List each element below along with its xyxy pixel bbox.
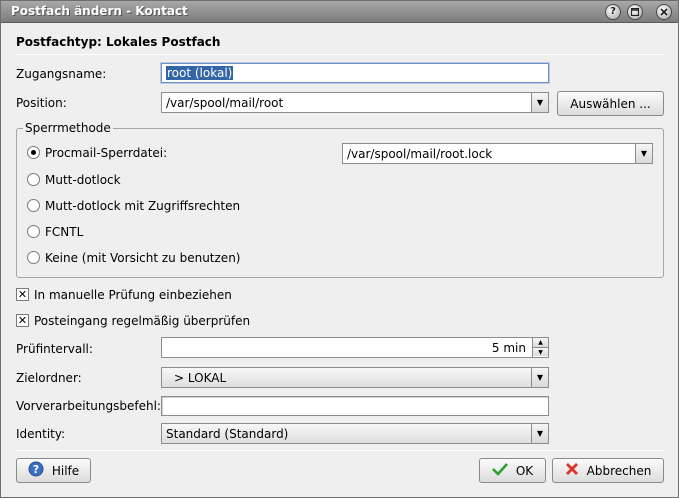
locking-method-title: Sperrmethode [23, 121, 113, 135]
spin-down-icon[interactable]: ▼ [533, 347, 548, 356]
cancel-button[interactable]: Abbrechen [552, 458, 664, 483]
manual-check-checkbox[interactable]: ✕ [16, 288, 29, 301]
identity-value: Standard (Standard) [166, 427, 289, 441]
window-title: Postfach ändern - Kontact [11, 4, 188, 18]
ok-button[interactable]: OK [479, 458, 546, 483]
interval-check-label[interactable]: Posteingang regelmäßig überprüfen [34, 314, 250, 328]
title-bar[interactable]: Postfach ändern - Kontact ? [1, 1, 678, 23]
identity-combo[interactable]: Standard (Standard) ▼ [161, 423, 549, 444]
help-button[interactable]: ? Hilfe [16, 458, 91, 483]
radio-none-label[interactable]: Keine (mit Vorsicht zu benutzen) [45, 251, 240, 265]
check-interval-value: 5 min [491, 341, 526, 355]
check-interval-label: Prüfintervall: [16, 342, 93, 356]
maximize-icon[interactable] [627, 4, 643, 20]
interval-check-checkbox[interactable]: ✕ [16, 314, 29, 327]
chevron-down-icon[interactable]: ▼ [531, 368, 548, 387]
position-label: Position: [16, 96, 67, 110]
dialog-window: Postfach ändern - Kontact ? Postfachtyp:… [0, 0, 679, 498]
radio-mutt-dotlock-priv-label[interactable]: Mutt-dotlock mit Zugriffsrechten [45, 199, 240, 213]
identity-label: Identity: [16, 427, 66, 441]
radio-mutt-dotlock[interactable] [27, 173, 40, 186]
chevron-down-icon[interactable]: ▼ [635, 144, 652, 163]
choose-position-button[interactable]: Auswählen ... [557, 91, 664, 116]
account-name-input[interactable]: root (lokal) [161, 63, 549, 83]
radio-mutt-dotlock-label[interactable]: Mutt-dotlock [45, 173, 121, 187]
target-folder-value: > LOKAL [174, 371, 227, 385]
account-name-label: Zugangsname: [16, 67, 107, 81]
cancel-button-label: Abbrechen [586, 463, 652, 478]
cancel-icon [565, 462, 579, 479]
help-button-label: Hilfe [51, 463, 80, 478]
radio-mutt-dotlock-priv[interactable] [27, 199, 40, 212]
radio-fcntl-label[interactable]: FCNTL [45, 225, 83, 239]
account-name-value: root (lokal) [166, 66, 234, 80]
question-icon[interactable]: ? [605, 4, 621, 20]
heading-separator [16, 54, 664, 55]
chevron-down-icon[interactable]: ▼ [531, 424, 548, 443]
chevron-down-icon[interactable]: ▼ [531, 93, 548, 112]
spin-buttons[interactable]: ▲ ▼ [532, 338, 548, 357]
spin-up-icon[interactable]: ▲ [533, 338, 548, 347]
position-combo[interactable]: /var/spool/mail/root ▼ [161, 92, 549, 113]
radio-fcntl[interactable] [27, 225, 40, 238]
procmail-lockfile-value: /var/spool/mail/root.lock [347, 147, 493, 161]
target-folder-label: Zielordner: [16, 371, 82, 385]
help-icon: ? [28, 461, 44, 480]
radio-procmail[interactable] [27, 146, 40, 159]
checkmark-icon [491, 462, 508, 479]
ok-button-label: OK [515, 463, 534, 478]
precommand-input[interactable] [161, 396, 549, 416]
account-type-heading: Postfachtyp: Lokales Postfach [16, 35, 221, 49]
position-value: /var/spool/mail/root [166, 96, 284, 110]
check-interval-spinbox[interactable]: 5 min ▲ ▼ [161, 337, 549, 358]
radio-procmail-label[interactable]: Procmail-Sperrdatei: [45, 146, 167, 160]
radio-none[interactable] [27, 251, 40, 264]
manual-check-label[interactable]: In manuelle Prüfung einbeziehen [34, 288, 232, 302]
footer-separator [16, 450, 664, 451]
precommand-label: Vorverarbeitungsbefehl: [16, 399, 161, 413]
procmail-lockfile-combo[interactable]: /var/spool/mail/root.lock ▼ [342, 143, 653, 164]
target-folder-combo[interactable]: > LOKAL ▼ [161, 367, 549, 388]
close-icon[interactable] [656, 4, 672, 20]
svg-text:?: ? [33, 463, 39, 476]
